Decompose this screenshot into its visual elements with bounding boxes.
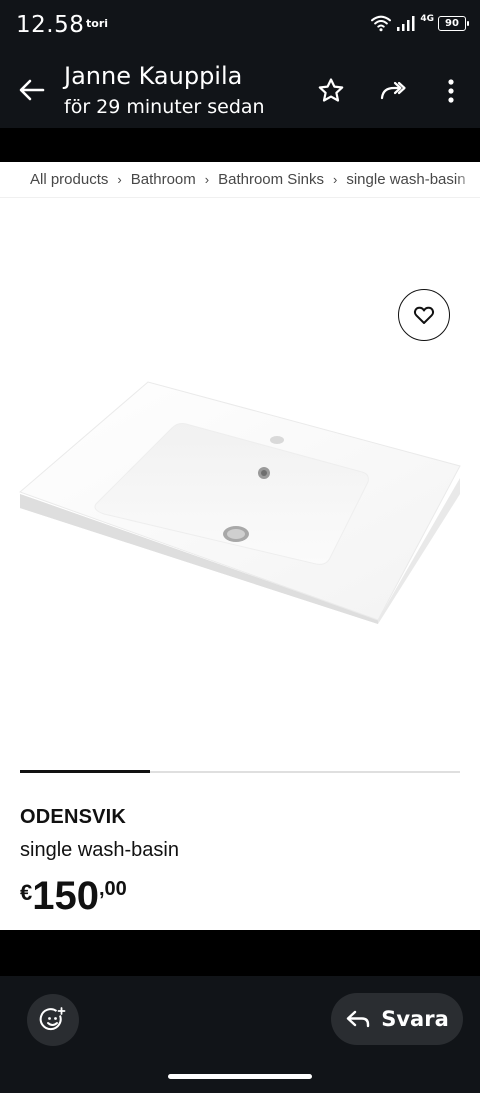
- status-indicators: 4G 90: [370, 14, 469, 32]
- favorite-button[interactable]: [398, 289, 450, 341]
- breadcrumb-item[interactable]: Bathroom: [131, 171, 196, 188]
- wifi-icon: [371, 15, 392, 32]
- breadcrumb-item-current: single wash-basin: [346, 171, 466, 188]
- page-subtitle: för 29 minuter sedan: [64, 96, 265, 118]
- status-bar: 12.58 tori 4G 90: [0, 0, 480, 54]
- emoji-add-icon: [39, 1007, 66, 1031]
- network-type: 4G: [420, 14, 434, 24]
- breadcrumb-separator: ›: [117, 172, 122, 187]
- breadcrumb-separator: ›: [204, 172, 210, 187]
- breadcrumb-separator: ›: [333, 172, 338, 187]
- reply-button[interactable]: Svara: [331, 993, 463, 1045]
- product-name: ODENSVIK: [20, 806, 127, 828]
- product-price: €150,00: [20, 872, 127, 920]
- page-title: Janne Kauppila: [64, 62, 243, 90]
- reply-label: Svara: [381, 1007, 449, 1031]
- breadcrumb: All products › Bathroom › Bathroom Sinks…: [0, 162, 480, 198]
- more-vertical-icon[interactable]: [436, 76, 466, 106]
- spacer: [0, 930, 480, 976]
- bottom-bar: Svara: [0, 976, 480, 1093]
- price-integer: 150: [32, 874, 99, 918]
- breadcrumb-item[interactable]: All products: [30, 171, 108, 188]
- home-indicator[interactable]: [168, 1074, 312, 1079]
- back-arrow-icon[interactable]: [16, 74, 48, 106]
- signal-icon: [397, 16, 415, 31]
- breadcrumb-item[interactable]: Bathroom Sinks: [218, 171, 324, 188]
- status-time: 12.58: [16, 12, 85, 38]
- emoji-button[interactable]: [27, 994, 79, 1046]
- star-icon[interactable]: [316, 76, 346, 106]
- spacer: [0, 128, 480, 162]
- product-image[interactable]: [0, 282, 480, 682]
- product-page[interactable]: All products › Bathroom › Bathroom Sinks…: [0, 162, 480, 930]
- forward-icon[interactable]: [378, 76, 408, 106]
- price-decimal: ,00: [99, 878, 127, 900]
- reply-icon: [347, 1010, 370, 1028]
- image-carousel-indicator: [20, 770, 150, 773]
- app-bar: Janne Kauppila för 29 minuter sedan: [0, 54, 480, 128]
- price-currency: €: [20, 880, 33, 905]
- battery-icon: 90: [438, 15, 469, 31]
- product-description: single wash-basin: [20, 839, 179, 861]
- status-carrier: tori: [86, 17, 109, 30]
- breadcrumb-fade: [456, 162, 480, 197]
- heart-icon: [413, 306, 435, 324]
